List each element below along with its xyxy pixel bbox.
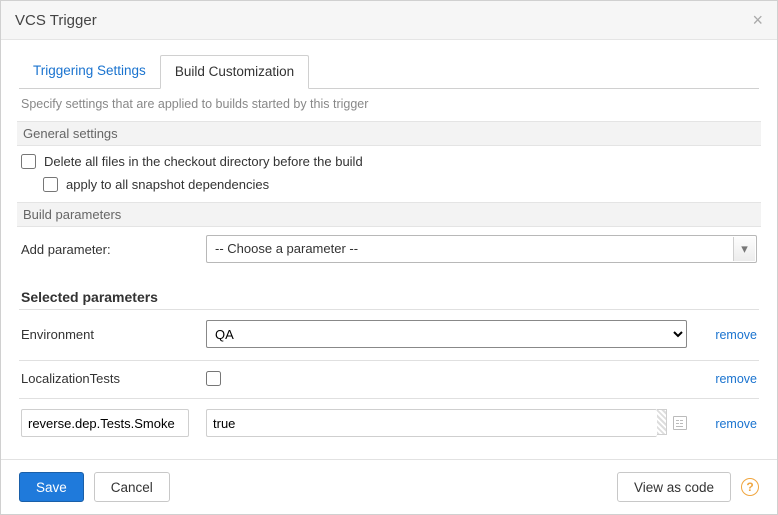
apply-snapshot-checkbox[interactable] [43,177,58,192]
tab-triggering-settings[interactable]: Triggering Settings [19,55,160,89]
param-row-localizationtests: LocalizationTests remove [19,361,759,396]
add-parameter-label: Add parameter: [21,242,206,257]
keyboard-icon[interactable] [673,416,687,430]
param-row-reverse-dep: remove [19,399,759,447]
delete-files-checkbox[interactable] [21,154,36,169]
add-parameter-placeholder: -- Choose a parameter -- [215,241,358,256]
param-value-input[interactable] [206,409,657,437]
tabs: Triggering Settings Build Customization [19,54,759,89]
dialog-footer: Save Cancel View as code ? [1,459,777,514]
view-as-code-button[interactable]: View as code [617,472,731,502]
dialog-title: VCS Trigger [15,12,97,29]
section-general-settings: General settings [17,121,761,146]
section-build-parameters: Build parameters [17,202,761,227]
apply-snapshot-label: apply to all snapshot dependencies [66,177,269,192]
param-name: LocalizationTests [21,371,206,386]
cancel-button[interactable]: Cancel [94,472,170,502]
vcs-trigger-dialog: VCS Trigger × Triggering Settings Build … [0,0,778,515]
dialog-body: Triggering Settings Build Customization … [1,40,777,459]
chevron-down-icon: ▾ [733,237,755,261]
param-row-environment: Environment QA remove [19,310,759,358]
param-localizationtests-checkbox[interactable] [206,371,221,386]
remove-link[interactable]: remove [715,328,757,342]
save-button[interactable]: Save [19,472,84,502]
remove-link[interactable]: remove [715,372,757,386]
param-environment-select[interactable]: QA [206,320,687,348]
delete-files-label: Delete all files in the checkout directo… [44,154,363,169]
help-icon[interactable]: ? [741,478,759,496]
dialog-titlebar: VCS Trigger × [1,1,777,40]
param-name: Environment [21,327,206,342]
param-name-input[interactable] [21,409,189,437]
resize-handle-icon[interactable] [657,409,667,435]
tab-hint: Specify settings that are applied to bui… [21,97,759,111]
remove-link[interactable]: remove [715,417,757,431]
tab-build-customization[interactable]: Build Customization [160,55,309,89]
close-icon[interactable]: × [752,11,763,29]
selected-parameters-heading: Selected parameters [21,289,759,305]
add-parameter-select[interactable]: -- Choose a parameter -- ▾ [206,235,757,263]
